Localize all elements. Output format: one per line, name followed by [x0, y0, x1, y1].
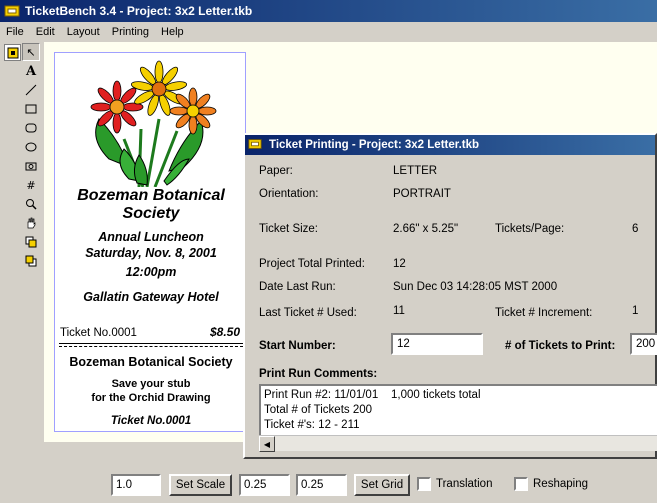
- menu-edit[interactable]: Edit: [30, 26, 61, 38]
- date-last-run-value: Sun Dec 03 14:28:05 MST 2000: [393, 281, 558, 293]
- reshaping-label: Reshaping: [533, 478, 588, 490]
- scale-input[interactable]: 1.0: [111, 474, 161, 496]
- menu-file[interactable]: File: [0, 26, 30, 38]
- grid-x-input[interactable]: 0.25: [239, 474, 290, 496]
- tickets-per-page-label: Tickets/Page:: [495, 223, 565, 235]
- ticket-perforation: [59, 346, 243, 347]
- comments-horizontal-scrollbar[interactable]: ◀: [259, 435, 657, 452]
- scroll-left-icon[interactable]: ◀: [259, 436, 275, 452]
- tool-palette: ↖ A #: [22, 42, 42, 282]
- text-icon[interactable]: A: [22, 62, 40, 80]
- ticket-increment-value: 1: [632, 305, 639, 317]
- rectangle-icon[interactable]: [22, 100, 40, 118]
- print-run-comments-label: Print Run Comments:: [259, 368, 378, 380]
- orientation-label: Orientation:: [259, 188, 319, 200]
- line-icon[interactable]: [22, 81, 40, 99]
- send-back-icon[interactable]: [22, 252, 40, 270]
- start-number-input[interactable]: 12: [391, 333, 483, 355]
- ticket-event-name: Annual Luncheon: [98, 230, 204, 244]
- tickets-to-print-label: # of Tickets to Print:: [505, 340, 616, 352]
- translation-checkbox[interactable]: [417, 477, 431, 491]
- camera-icon[interactable]: [22, 157, 40, 175]
- ticket-printing-dialog: Ticket Printing - Project: 3x2 Letter.tk…: [243, 133, 657, 459]
- stub-organization: Bozeman Botanical Society: [69, 355, 233, 369]
- ellipse-icon[interactable]: [22, 138, 40, 156]
- start-number-label: Start Number:: [259, 340, 336, 352]
- pointer-icon[interactable]: ↖: [22, 43, 40, 61]
- paper-value: LETTER: [393, 165, 438, 177]
- comment-line: Total # of Tickets 200: [264, 404, 373, 416]
- menu-bar: File Edit Layout Printing Help: [0, 22, 657, 42]
- ticket-divider: [59, 343, 243, 344]
- stub-message-line2: for the Orchid Drawing: [91, 392, 211, 404]
- set-grid-button[interactable]: Set Grid: [354, 474, 410, 496]
- dialog-titlebar: Ticket Printing - Project: 3x2 Letter.tk…: [245, 135, 655, 155]
- ticket-time: 12:00pm: [125, 265, 177, 279]
- zoom-icon[interactable]: [22, 195, 40, 213]
- rounded-rectangle-icon[interactable]: [22, 119, 40, 137]
- last-ticket-used-label: Last Ticket # Used:: [259, 307, 357, 319]
- orientation-value: PORTRAIT: [393, 188, 451, 200]
- menu-layout[interactable]: Layout: [61, 26, 106, 38]
- ticket-app-icon: [248, 137, 264, 153]
- ticket-size-value: 2.66" x 5.25": [393, 223, 459, 235]
- ticket-event-date: Saturday, Nov. 8, 2001: [85, 246, 217, 260]
- tickets-to-print-input[interactable]: 200: [630, 333, 657, 355]
- ticket-price: $8.50: [209, 325, 240, 339]
- ticket-increment-label: Ticket # Increment:: [495, 307, 593, 319]
- stub-message: Save your stub for the Orchid Drawing: [55, 377, 247, 405]
- stub-message-line1: Save your stub: [111, 378, 191, 390]
- ticket-select-tool-icon[interactable]: [4, 44, 21, 61]
- reshaping-checkbox[interactable]: [514, 477, 528, 491]
- set-scale-button[interactable]: Set Scale: [169, 474, 232, 496]
- bottom-toolbar: 1.0 Set Scale 0.25 0.25 Set Grid Transla…: [0, 468, 657, 503]
- window-titlebar: TicketBench 3.4 - Project: 3x2 Letter.tk…: [0, 0, 657, 22]
- window-title: TicketBench 3.4 - Project: 3x2 Letter.tk…: [25, 4, 253, 18]
- stub-number: Ticket No.0001: [110, 415, 192, 427]
- dialog-title: Ticket Printing - Project: 3x2 Letter.tk…: [269, 139, 480, 151]
- ticket-app-icon: [4, 3, 20, 19]
- menu-help[interactable]: Help: [155, 26, 190, 38]
- menu-printing[interactable]: Printing: [106, 26, 155, 38]
- translation-label: Translation: [436, 478, 493, 490]
- ticket-event: Annual Luncheon Saturday, Nov. 8, 2001: [55, 229, 247, 261]
- ticket-venue: Gallatin Gateway Hotel: [83, 290, 219, 304]
- grid-y-input[interactable]: 0.25: [296, 474, 347, 496]
- bring-front-icon[interactable]: [22, 233, 40, 251]
- tickets-per-page-value: 6: [632, 223, 639, 235]
- ticket-size-label: Ticket Size:: [259, 223, 319, 235]
- project-total-value: 12: [393, 258, 406, 270]
- comment-line: Ticket #'s: 12 - 211: [264, 419, 360, 431]
- number-icon[interactable]: #: [22, 176, 40, 194]
- hand-icon[interactable]: [22, 214, 40, 232]
- comment-line: Print Run #2: 11/01/01 1,000 tickets tot…: [264, 389, 481, 401]
- project-total-label: Project Total Printed:: [259, 258, 365, 270]
- flower-bouquet-image: [90, 60, 217, 187]
- last-ticket-used-value: 11: [393, 305, 405, 317]
- paper-label: Paper:: [259, 165, 293, 177]
- ticket-organization: Bozeman Botanical Society: [77, 187, 225, 222]
- ticket-preview[interactable]: Bozeman Botanical Society Annual Luncheo…: [54, 52, 246, 432]
- date-last-run-label: Date Last Run:: [259, 281, 336, 293]
- ticket-number: Ticket No.0001: [60, 327, 137, 339]
